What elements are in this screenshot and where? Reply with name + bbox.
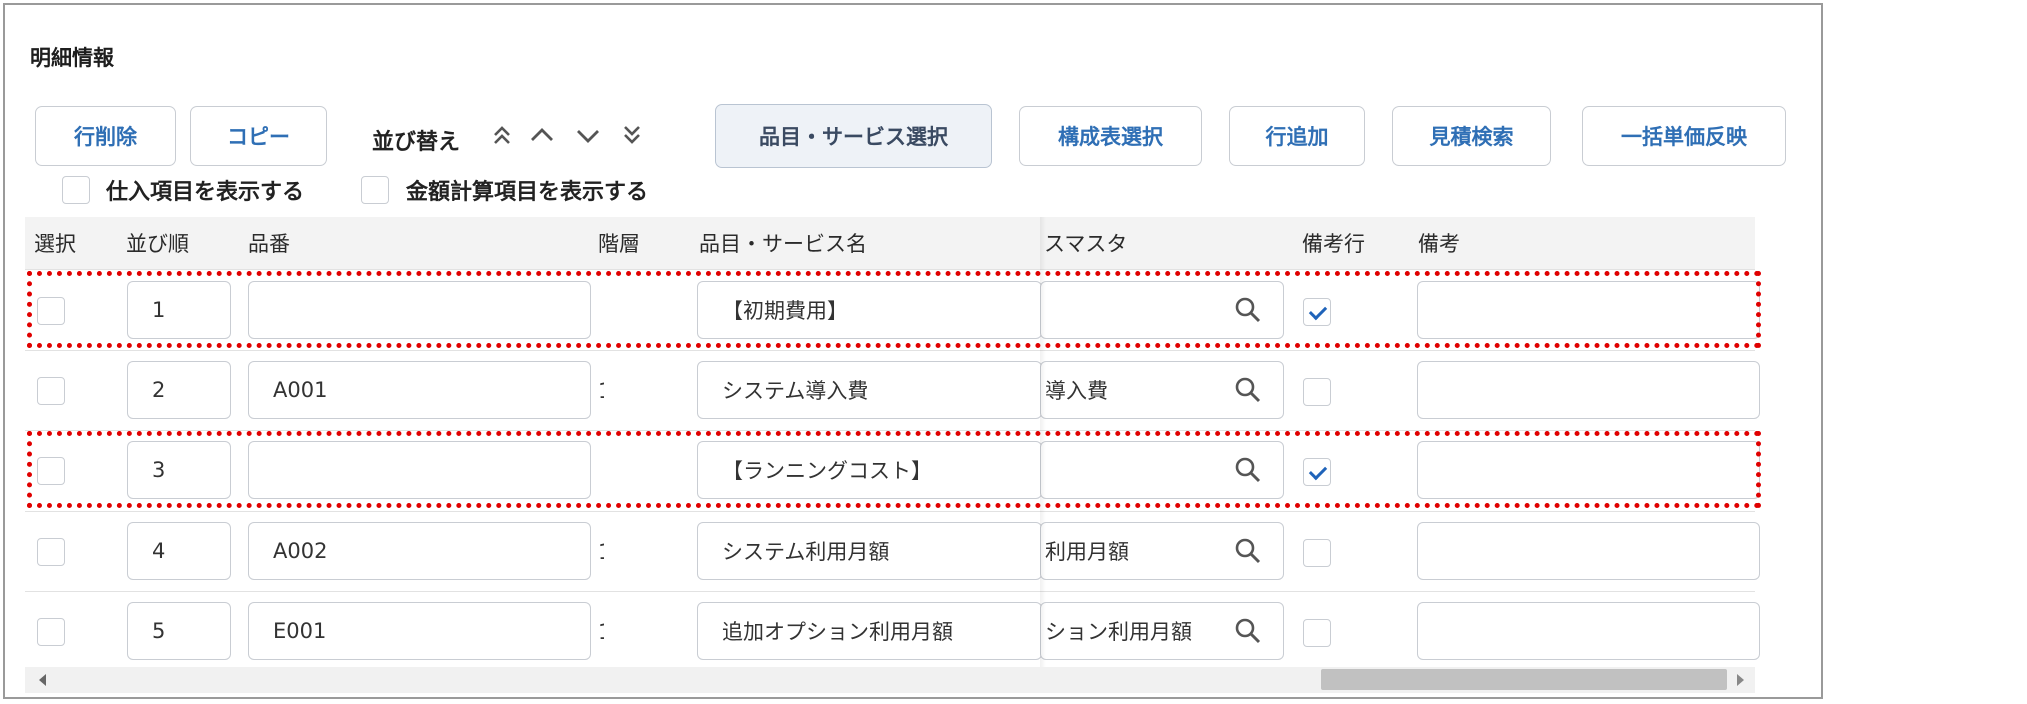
remark-row-checkbox[interactable] bbox=[1303, 619, 1331, 647]
col-remark: 備考 bbox=[1418, 232, 1460, 256]
item-name-input[interactable]: システム導入費 bbox=[697, 361, 1042, 419]
col-select: 選択 bbox=[34, 232, 76, 256]
search-icon[interactable] bbox=[1233, 536, 1263, 566]
highlight-box bbox=[27, 271, 1761, 348]
add-row-button[interactable]: 行追加 bbox=[1229, 106, 1365, 166]
scroll-left-icon[interactable] bbox=[39, 674, 46, 686]
move-down-icon[interactable] bbox=[573, 120, 603, 150]
row-select-checkbox[interactable] bbox=[37, 618, 65, 646]
item-name-input[interactable]: 追加オプション利用月額 bbox=[697, 602, 1042, 660]
scroll-right-icon[interactable] bbox=[1737, 674, 1744, 686]
row-divider bbox=[25, 350, 1755, 351]
row-divider bbox=[25, 591, 1755, 592]
show-purchase-checkbox[interactable] bbox=[62, 176, 90, 204]
search-icon[interactable] bbox=[1233, 616, 1263, 646]
row-select-checkbox[interactable] bbox=[37, 538, 65, 566]
order-input[interactable]: 2 bbox=[127, 361, 231, 419]
remark-input[interactable] bbox=[1417, 522, 1760, 580]
row-select-checkbox[interactable] bbox=[37, 377, 65, 405]
select-item-service-button[interactable]: 品目・サービス選択 bbox=[715, 104, 992, 168]
hierarchy-value: 1 bbox=[598, 379, 604, 403]
bulk-unit-price-button[interactable]: 一括単価反映 bbox=[1582, 106, 1786, 166]
hierarchy-value: 1 bbox=[598, 540, 604, 564]
delete-row-button[interactable]: 行削除 bbox=[35, 106, 176, 166]
item-no-input[interactable]: E001 bbox=[248, 602, 591, 660]
highlight-box bbox=[27, 431, 1761, 508]
item-name-input[interactable]: システム利用月額 bbox=[697, 522, 1042, 580]
remark-input[interactable] bbox=[1417, 602, 1760, 660]
col-master: スマスタ bbox=[1044, 232, 1128, 256]
row-divider bbox=[25, 511, 1755, 512]
move-top-icon[interactable] bbox=[487, 120, 517, 150]
section-title: 明細情報 bbox=[30, 46, 114, 70]
remark-input[interactable] bbox=[1417, 361, 1760, 419]
order-input[interactable]: 5 bbox=[127, 602, 231, 660]
item-no-input[interactable]: A001 bbox=[248, 361, 591, 419]
remark-row-checkbox[interactable] bbox=[1303, 378, 1331, 406]
col-item-name: 品目・サービス名 bbox=[699, 232, 867, 256]
row-divider bbox=[25, 269, 1755, 270]
estimate-search-button[interactable]: 見積検索 bbox=[1392, 106, 1551, 166]
order-input[interactable]: 4 bbox=[127, 522, 231, 580]
copy-button[interactable]: コピー bbox=[190, 106, 327, 166]
col-remark-row: 備考行 bbox=[1302, 232, 1365, 256]
move-up-icon[interactable] bbox=[527, 120, 557, 150]
search-icon[interactable] bbox=[1233, 375, 1263, 405]
col-hierarchy: 階層 bbox=[598, 232, 640, 256]
col-order: 並び順 bbox=[126, 232, 189, 256]
item-no-input[interactable]: A002 bbox=[248, 522, 591, 580]
move-bottom-icon[interactable] bbox=[617, 120, 647, 150]
remark-row-checkbox[interactable] bbox=[1303, 539, 1331, 567]
select-structure-button[interactable]: 構成表選択 bbox=[1019, 106, 1202, 166]
scrollbar-thumb[interactable] bbox=[1321, 669, 1727, 690]
sort-label: 並び替え bbox=[372, 130, 461, 155]
show-amount-calc-label: 金額計算項目を表示する bbox=[406, 180, 649, 205]
show-purchase-label: 仕入項目を表示する bbox=[106, 180, 305, 205]
col-item-no: 品番 bbox=[248, 232, 290, 256]
show-amount-calc-checkbox[interactable] bbox=[361, 176, 389, 204]
hierarchy-value: 1 bbox=[598, 620, 604, 644]
